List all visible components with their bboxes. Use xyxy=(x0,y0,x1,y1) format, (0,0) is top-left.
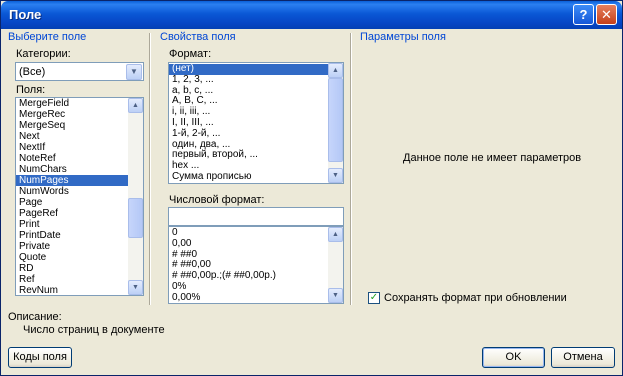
close-button[interactable]: ✕ xyxy=(596,4,617,25)
window-title: Поле xyxy=(9,7,42,22)
list-item[interactable]: RD xyxy=(16,263,128,274)
divider xyxy=(350,33,352,305)
list-item[interactable]: NumPages xyxy=(16,175,128,186)
list-item[interactable]: NextIf xyxy=(16,142,128,153)
list-item[interactable]: RevNum xyxy=(16,285,128,295)
list-item[interactable]: 0,00% xyxy=(169,292,328,303)
list-item[interactable]: Next xyxy=(16,131,128,142)
help-button[interactable]: ? xyxy=(573,4,594,25)
field-parameters-section-title: Параметры поля xyxy=(360,31,446,43)
divider xyxy=(149,33,151,305)
format-label: Формат: xyxy=(169,48,212,60)
list-item[interactable]: Сумма прописью xyxy=(169,171,328,183)
scroll-up-icon[interactable]: ▲ xyxy=(328,227,343,242)
list-item[interactable]: MergeField xyxy=(16,98,128,109)
preserve-format-label[interactable]: Сохранять формат при обновлении xyxy=(384,292,567,304)
scroll-thumb[interactable] xyxy=(328,78,343,162)
list-item[interactable]: Print xyxy=(16,219,128,230)
fields-label: Поля: xyxy=(16,84,46,96)
format-list[interactable]: (нет) 1, 2, 3, ... a, b, c, ... A, B, C, ..… xyxy=(168,62,344,184)
list-item[interactable]: Page xyxy=(16,197,128,208)
list-item[interactable]: 1-й, 2-й, ... xyxy=(169,128,328,140)
number-format-input[interactable] xyxy=(168,207,344,226)
list-item[interactable]: Quote xyxy=(16,252,128,263)
list-item[interactable]: Private xyxy=(16,241,128,252)
check-icon: ✓ xyxy=(369,292,379,303)
list-item[interactable]: NoteRef xyxy=(16,153,128,164)
categories-value: (Все) xyxy=(19,66,46,78)
no-params-text: Данное поле не имеет параметров xyxy=(403,152,582,164)
list-item[interactable]: NumWords xyxy=(16,186,128,197)
list-item[interactable]: Ref xyxy=(16,274,128,285)
field-dialog: Поле ? ✕ Выберите поле Категории: (Все) … xyxy=(0,0,623,376)
description-text: Число страниц в документе xyxy=(23,324,165,336)
number-format-list[interactable]: 0 0,00 # ##0 # ##0,00 # ##0,00р.;(# ##0,00р.… xyxy=(168,226,344,304)
categories-combobox[interactable]: (Все) ▼ xyxy=(15,62,144,81)
scroll-up-icon[interactable]: ▲ xyxy=(328,63,343,78)
list-item[interactable]: # ##0,00р.;(# ##0,00р.) xyxy=(169,270,328,282)
list-item[interactable]: 0,00 xyxy=(169,238,328,250)
scroll-up-icon[interactable]: ▲ xyxy=(128,98,143,113)
scroll-thumb[interactable] xyxy=(128,198,143,238)
list-item[interactable]: PageRef xyxy=(16,208,128,219)
categories-label: Категории: xyxy=(16,48,71,60)
cancel-button[interactable]: Отмена xyxy=(551,347,615,368)
scroll-down-icon[interactable]: ▼ xyxy=(128,280,143,295)
number-format-scrollbar[interactable]: ▲ ▼ xyxy=(328,227,343,303)
number-format-label: Числовой формат: xyxy=(169,194,265,206)
scroll-down-icon[interactable]: ▼ xyxy=(328,168,343,183)
field-codes-button[interactable]: Коды поля xyxy=(8,347,72,368)
preserve-format-checkbox[interactable]: ✓ xyxy=(368,292,380,304)
list-item[interactable]: MergeSeq xyxy=(16,120,128,131)
ok-button[interactable]: OK xyxy=(482,347,545,368)
list-item[interactable]: PrintDate xyxy=(16,230,128,241)
fields-scrollbar[interactable]: ▲ ▼ xyxy=(128,98,143,295)
chevron-down-icon[interactable]: ▼ xyxy=(126,64,142,80)
fields-list[interactable]: MergeField MergeRec MergeSeq Next NextIf Note… xyxy=(15,97,144,296)
field-properties-section-title: Свойства поля xyxy=(160,31,236,43)
format-scrollbar[interactable]: ▲ ▼ xyxy=(328,63,343,183)
scroll-down-icon[interactable]: ▼ xyxy=(328,288,343,303)
select-field-section-title: Выберите поле xyxy=(8,31,87,43)
list-item[interactable]: NumChars xyxy=(16,164,128,175)
title-bar[interactable]: Поле ? ✕ xyxy=(1,1,622,29)
list-item[interactable]: 0 xyxy=(169,227,328,239)
description-label: Описание: xyxy=(8,311,62,323)
list-item[interactable]: 1, 2, 3, ... xyxy=(169,74,328,86)
list-item[interactable]: MergeRec xyxy=(16,109,128,120)
